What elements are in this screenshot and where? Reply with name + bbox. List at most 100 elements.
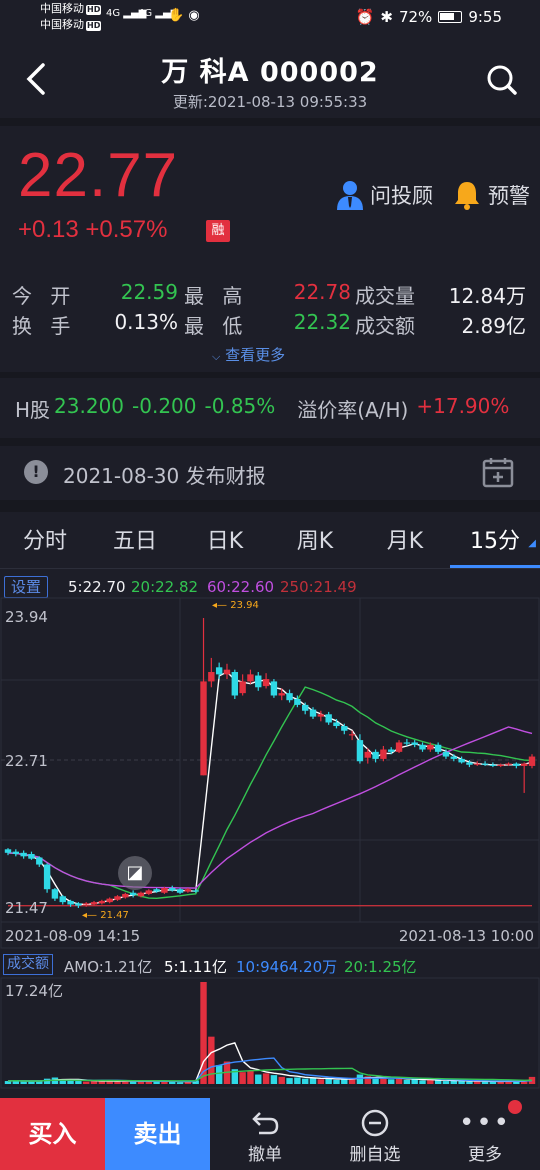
candle-body	[200, 681, 207, 776]
high-marker-value: 23.94	[230, 600, 259, 611]
calendar-add-icon[interactable]	[482, 456, 514, 492]
volume-bar	[333, 1079, 340, 1084]
volume-bar	[208, 1036, 215, 1084]
earnings-notice[interactable]: ! 2021-08-30 发布财报	[0, 446, 540, 500]
candle-body	[513, 763, 520, 766]
alert-button[interactable]: 预警	[452, 180, 530, 210]
advisor-label: 问投顾	[370, 184, 433, 208]
turnover-value: 0.13%	[114, 310, 178, 334]
candle-body	[176, 889, 184, 893]
candle-body	[450, 756, 457, 759]
carrier-1: 中国移动 HD	[40, 2, 102, 15]
h-share-pct: -0.85%	[204, 394, 276, 418]
search-icon[interactable]	[486, 64, 518, 100]
candle-body	[192, 890, 199, 892]
candle-body	[75, 903, 82, 906]
volume-bar	[317, 1079, 325, 1084]
clock: 9:55	[468, 8, 502, 26]
volume-bar	[75, 1081, 82, 1084]
chevron-down-icon: ⌵	[212, 350, 221, 363]
bottom-action-bar: 买入 卖出 撤单 删自选 ••• 更多	[0, 1098, 540, 1170]
volume-bar	[278, 1076, 285, 1084]
candle-body	[231, 672, 239, 696]
volume-bar	[411, 1079, 418, 1084]
volume-label: 成交量	[355, 284, 415, 308]
candle-body	[481, 763, 489, 765]
candle-body	[145, 890, 152, 894]
tab-five-day[interactable]: 五日	[90, 516, 180, 568]
volume-ma5-line	[7, 1042, 533, 1083]
divider	[0, 500, 540, 512]
turnover-label: 换 手	[12, 314, 77, 338]
candle-body	[239, 681, 246, 694]
h-share-row[interactable]: H股 23.200 -0.200 -0.85% 溢价率(A/H) +17.90%	[15, 394, 509, 423]
candle-body	[341, 726, 348, 731]
tab-daily-k[interactable]: 日K	[180, 516, 270, 568]
candle-body	[51, 889, 59, 899]
app-notification-icons: ✋ ◉	[168, 8, 200, 23]
candle-body	[395, 742, 403, 752]
volume-bar	[169, 1081, 176, 1084]
buy-button[interactable]: 买入	[0, 1098, 105, 1170]
amount-label: 成交额	[355, 314, 415, 338]
candle-body	[247, 674, 254, 682]
cancel-order-label: 撤单	[248, 1145, 282, 1165]
date-start: 2021-08-09 14:15	[5, 927, 141, 945]
update-time: 更新:2021-08-13 09:55:33	[172, 93, 368, 111]
kline-chart-area[interactable]: 设置 5:22.70 20:22.82 60:22.60 250:21.49 2…	[0, 570, 540, 1098]
volume-max: 17.24亿	[5, 982, 63, 1000]
person-icon	[337, 181, 363, 210]
candle-body	[364, 751, 371, 758]
stock-title: 万 科A 000002	[161, 57, 379, 88]
volume-bar	[434, 1080, 442, 1084]
candle-body	[255, 675, 262, 688]
candle-body	[12, 851, 20, 854]
candle-body	[388, 749, 395, 752]
volume-ma20: 20:1.25亿	[344, 958, 417, 976]
sell-button[interactable]: 卖出	[105, 1098, 210, 1170]
bell-icon	[455, 182, 479, 210]
tab-15min[interactable]: 15分 ◢	[450, 516, 540, 568]
more-button[interactable]: ••• 更多	[430, 1098, 540, 1170]
premium-label: 溢价率(A/H)	[297, 398, 409, 422]
candle-body	[262, 679, 270, 687]
volume-bar	[239, 1072, 246, 1084]
bluetooth-icon: ✱	[380, 8, 393, 26]
show-more-link[interactable]: ⌵ 查看更多	[212, 344, 285, 365]
drawing-tool-icon[interactable]: ◪	[118, 856, 152, 890]
tab-weekly-k[interactable]: 周K	[270, 516, 360, 568]
candle-body	[442, 751, 450, 757]
volume-indicator-button[interactable]: 成交额	[3, 954, 53, 975]
candle-body	[489, 764, 497, 766]
candle-body	[43, 864, 51, 890]
volume-bar	[466, 1081, 473, 1084]
remove-watchlist-label: 删自选	[349, 1145, 401, 1165]
candle-body	[36, 857, 43, 865]
chart-period-tabs: 分时 五日 日K 周K 月K 15分 ◢	[0, 516, 540, 568]
info-icon: !	[24, 460, 48, 484]
notification-dot	[508, 1100, 522, 1114]
high-value: 22.78	[293, 280, 351, 304]
date-end: 2021-08-13 10:00	[398, 927, 534, 945]
candle-body	[309, 709, 317, 717]
stock-header: 万 科A 000002 更新:2021-08-13 09:55:33	[0, 40, 540, 118]
volume-bar	[372, 1078, 379, 1084]
candle-body	[286, 693, 293, 701]
amount-value: 2.89亿	[461, 314, 526, 338]
volume-bar	[20, 1081, 27, 1084]
candle-body	[137, 892, 145, 897]
h-share-change: -0.200	[132, 394, 197, 418]
volume-bar	[301, 1078, 309, 1084]
candle-body	[223, 669, 231, 675]
tab-monthly-k[interactable]: 月K	[360, 516, 450, 568]
candle-body	[129, 892, 137, 896]
tab-intraday[interactable]: 分时	[0, 516, 90, 568]
advisor-button[interactable]: 问投顾	[336, 180, 433, 210]
divider	[0, 372, 540, 378]
price-change: +0.13 +0.57%	[18, 216, 168, 243]
volume-ma5: 5:1.11亿	[164, 958, 227, 976]
remove-watchlist-button[interactable]: 删自选	[320, 1098, 430, 1170]
low-label: 最 低	[184, 314, 249, 338]
cancel-order-button[interactable]: 撤单	[210, 1098, 320, 1170]
candle-body	[356, 740, 364, 762]
